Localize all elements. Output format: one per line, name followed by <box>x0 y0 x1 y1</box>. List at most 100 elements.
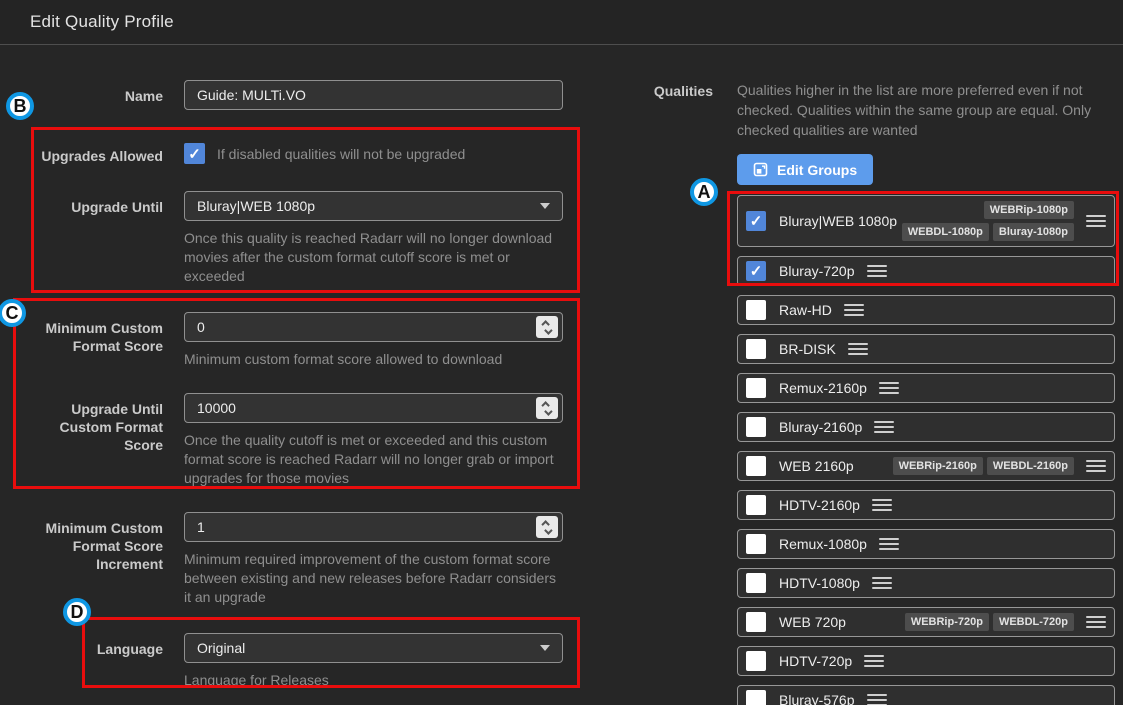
number-stepper-icon[interactable] <box>536 516 558 538</box>
quality-row[interactable]: Raw-HD <box>737 295 1115 325</box>
edit-quality-profile-modal: Edit Quality Profile Name Guide: MULTi.V… <box>0 0 1123 705</box>
drag-handle-icon[interactable] <box>1086 460 1106 472</box>
quality-tags: WEBRip-720p WEBDL-720p <box>904 611 1074 633</box>
upgrades-allowed-checkbox[interactable] <box>184 143 205 164</box>
quality-tags: WEBRip-1080p WEBDL-1080p Bluray-1080p <box>897 199 1074 243</box>
drag-handle-icon[interactable] <box>1086 616 1106 628</box>
quality-checkbox[interactable] <box>746 612 766 632</box>
upgrade-until-cf-score-label: Upgrade Until Custom Format Score <box>59 401 163 453</box>
quality-label: Raw-HD <box>779 302 832 318</box>
quality-row[interactable]: BR-DISK <box>737 334 1115 364</box>
drag-handle-icon[interactable] <box>847 343 868 355</box>
quality-checkbox[interactable] <box>746 690 766 705</box>
language-row: Language Original Language for Releases <box>30 633 565 690</box>
min-cf-score-input[interactable]: 0 <box>184 312 563 342</box>
quality-row[interactable]: HDTV-2160p <box>737 490 1115 520</box>
upgrade-until-row: Upgrade Until Bluray|WEB 1080p Once this… <box>30 191 565 286</box>
min-cf-score-increment-row: Minimum Custom Format Score Increment 1 … <box>30 512 565 607</box>
number-stepper-icon[interactable] <box>536 316 558 338</box>
edit-groups-button-label: Edit Groups <box>777 161 858 178</box>
quality-label: HDTV-720p <box>779 653 853 669</box>
quality-checkbox[interactable] <box>746 417 766 437</box>
name-row: Name Guide: MULTi.VO <box>30 80 565 110</box>
drag-handle-icon[interactable] <box>866 265 887 277</box>
quality-row[interactable]: Remux-2160p <box>737 373 1115 403</box>
min-cf-score-value: 0 <box>197 319 205 335</box>
drag-handle-icon[interactable] <box>878 382 899 394</box>
min-cf-score-row: Minimum Custom Format Score 0 Minimum cu… <box>30 312 565 369</box>
upgrades-allowed-label: Upgrades Allowed <box>41 148 163 164</box>
profile-form: Name Guide: MULTi.VO Upgrades Allowed If… <box>30 80 565 690</box>
quality-row[interactable]: WEB 2160p WEBRip-2160p WEBDL-2160p <box>737 451 1115 481</box>
quality-label: Bluray-576p <box>779 692 855 705</box>
drag-handle-icon[interactable] <box>843 304 864 316</box>
quality-checkbox[interactable] <box>746 339 766 359</box>
quality-label: Remux-1080p <box>779 536 867 552</box>
drag-handle-icon[interactable] <box>866 694 887 705</box>
drag-handle-icon[interactable] <box>878 538 899 550</box>
quality-label: Bluray|WEB 1080p <box>779 213 898 229</box>
quality-checkbox[interactable] <box>746 651 766 671</box>
upgrade-until-cf-score-value: 10000 <box>197 400 236 416</box>
drag-handle-icon[interactable] <box>1086 215 1106 227</box>
drag-handle-icon[interactable] <box>871 499 892 511</box>
quality-row[interactable]: Remux-1080p <box>737 529 1115 559</box>
quality-label: HDTV-2160p <box>779 497 860 513</box>
quality-checkbox[interactable] <box>746 456 766 476</box>
min-cf-score-increment-input[interactable]: 1 <box>184 512 563 542</box>
edit-groups-button[interactable]: Edit Groups <box>737 154 874 185</box>
drag-handle-icon[interactable] <box>874 421 895 433</box>
upgrade-until-value: Bluray|WEB 1080p <box>197 198 316 214</box>
upgrades-allowed-row: Upgrades Allowed If disabled qualities w… <box>30 140 565 165</box>
quality-checkbox[interactable] <box>746 534 766 554</box>
name-input[interactable]: Guide: MULTi.VO <box>184 80 563 110</box>
upgrade-until-cf-score-row: Upgrade Until Custom Format Score 10000 … <box>30 393 565 488</box>
quality-checkbox[interactable] <box>746 211 766 231</box>
quality-label: WEB 720p <box>779 614 846 630</box>
chevron-down-icon <box>540 203 550 209</box>
language-help: Language for Releases <box>184 672 329 688</box>
drag-handle-icon[interactable] <box>871 577 892 589</box>
upgrades-allowed-caption: If disabled qualities will not be upgrad… <box>217 145 466 162</box>
quality-label: WEB 2160p <box>779 458 854 474</box>
quality-row[interactable]: Bluray|WEB 1080p WEBRip-1080p WEBDL-1080… <box>737 195 1115 247</box>
quality-checkbox[interactable] <box>746 495 766 515</box>
language-label: Language <box>96 641 163 657</box>
quality-checkbox[interactable] <box>746 573 766 593</box>
quality-tag: WEBDL-2160p <box>986 457 1074 475</box>
quality-row[interactable]: Bluray-576p <box>737 685 1115 705</box>
modal-header: Edit Quality Profile <box>0 0 1123 45</box>
quality-row[interactable]: HDTV-1080p <box>737 568 1115 598</box>
quality-row[interactable]: WEB 720p WEBRip-720p WEBDL-720p <box>737 607 1115 637</box>
upgrade-until-select[interactable]: Bluray|WEB 1080p <box>184 191 563 221</box>
quality-label: Bluray-720p <box>779 263 855 279</box>
quality-label: Bluray-2160p <box>779 419 863 435</box>
upgrade-until-label: Upgrade Until <box>71 199 163 215</box>
quality-tag: Bluray-1080p <box>992 223 1074 241</box>
quality-tag: WEBRip-720p <box>904 613 989 631</box>
name-label: Name <box>124 88 163 104</box>
number-stepper-icon[interactable] <box>536 397 558 419</box>
edit-groups-icon <box>753 162 768 177</box>
quality-tag: WEBRip-1080p <box>983 201 1074 219</box>
quality-checkbox[interactable] <box>746 300 766 320</box>
min-cf-score-increment-value: 1 <box>197 519 205 535</box>
qualities-help: Qualities higher in the list are more pr… <box>737 82 1092 138</box>
upgrade-until-cf-score-input[interactable]: 10000 <box>184 393 563 423</box>
quality-tag: WEBDL-720p <box>992 613 1074 631</box>
qualities-label: Qualities <box>653 83 713 99</box>
language-select[interactable]: Original <box>184 633 563 663</box>
quality-tag: WEBRip-2160p <box>892 457 983 475</box>
language-value: Original <box>197 640 246 656</box>
quality-tag: WEBDL-1080p <box>901 223 989 241</box>
quality-row[interactable]: Bluray-720p <box>737 256 1115 286</box>
quality-checkbox[interactable] <box>746 261 766 281</box>
quality-tags: WEBRip-2160p WEBDL-2160p <box>892 455 1074 477</box>
quality-label: Remux-2160p <box>779 380 867 396</box>
quality-row[interactable]: HDTV-720p <box>737 646 1115 676</box>
quality-label: BR-DISK <box>779 341 836 357</box>
quality-checkbox[interactable] <box>746 378 766 398</box>
quality-row[interactable]: Bluray-2160p <box>737 412 1115 442</box>
quality-list: Bluray|WEB 1080p WEBRip-1080p WEBDL-1080… <box>737 195 1115 705</box>
drag-handle-icon[interactable] <box>864 655 885 667</box>
